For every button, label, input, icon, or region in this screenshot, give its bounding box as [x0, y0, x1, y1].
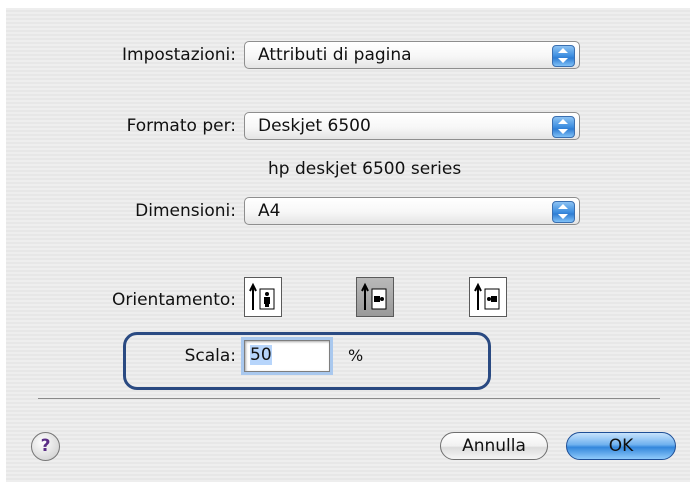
format-for-label: Formato per:: [126, 116, 236, 136]
format-for-popup-value: Deskjet 6500: [258, 116, 371, 136]
format-for-popup[interactable]: Deskjet 6500: [244, 112, 580, 140]
help-button[interactable]: ?: [31, 432, 60, 461]
portrait-orientation-icon: [249, 282, 275, 310]
scale-unit: %: [348, 346, 364, 365]
orientation-label: Orientamento:: [112, 290, 236, 310]
scale-input-value: 50: [250, 345, 272, 365]
scale-label: Scala:: [184, 346, 236, 366]
popup-arrows-icon: [552, 201, 575, 223]
settings-label: Impostazioni:: [122, 45, 236, 65]
page-setup-dialog: Impostazioni: Attributi di pagina Format…: [6, 8, 690, 482]
popup-arrows-icon: [552, 45, 575, 67]
settings-popup-value: Attributi di pagina: [258, 45, 412, 65]
orientation-portrait-button[interactable]: [244, 277, 282, 317]
printer-description: hp deskjet 6500 series: [268, 159, 462, 179]
scale-input[interactable]: 50: [244, 340, 330, 372]
reverse-landscape-orientation-icon: [474, 282, 500, 310]
paper-size-popup[interactable]: A4: [244, 197, 580, 225]
orientation-reverse-landscape-button[interactable]: [469, 277, 507, 317]
settings-popup[interactable]: Attributi di pagina: [244, 41, 580, 69]
paper-size-popup-value: A4: [258, 201, 281, 221]
popup-arrows-icon: [552, 116, 575, 138]
orientation-landscape-button[interactable]: [356, 277, 394, 317]
cancel-button[interactable]: Annulla: [440, 432, 548, 460]
divider: [38, 398, 660, 399]
landscape-orientation-icon: [361, 282, 387, 310]
ok-button[interactable]: OK: [566, 432, 676, 460]
paper-size-label: Dimensioni:: [135, 201, 236, 221]
